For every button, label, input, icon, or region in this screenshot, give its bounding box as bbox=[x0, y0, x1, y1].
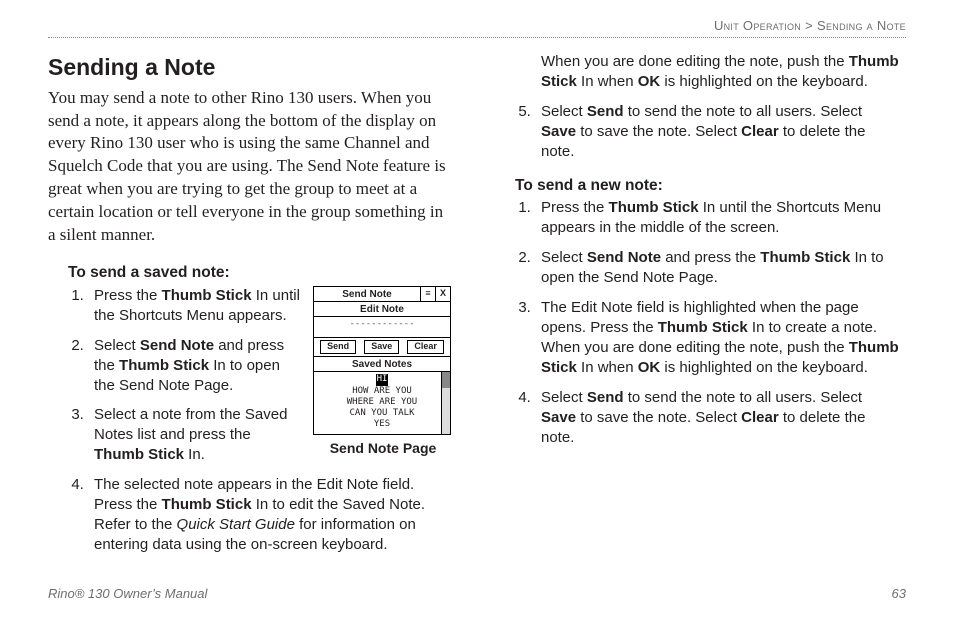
breadcrumb-section: Unit Operation bbox=[714, 18, 801, 33]
shot-list-4: CAN YOU TALK bbox=[349, 408, 414, 418]
right-column: When you are done editing the note, push… bbox=[495, 52, 900, 565]
shot-title: Send Note bbox=[314, 287, 420, 301]
saved-note-heading: To send a saved note: bbox=[68, 263, 453, 284]
intro-paragraph: You may send a note to other Rino 130 us… bbox=[48, 87, 453, 248]
saved-step-4: The selected note appears in the Edit No… bbox=[88, 475, 453, 555]
figure-caption: Send Note Page bbox=[313, 439, 453, 458]
shot-saved-list: HI HOW ARE YOU WHERE ARE YOU CAN YOU TAL… bbox=[314, 372, 450, 433]
shot-list-3: WHERE ARE YOU bbox=[347, 397, 417, 407]
footer-page-number: 63 bbox=[892, 586, 906, 601]
new-step-4: Select Send to send the note to all user… bbox=[535, 388, 900, 448]
saved-step-5: Select Send to send the note to all user… bbox=[535, 102, 900, 162]
figure-send-note-page: Send Note ≡ X Edit Note ------------ Sen… bbox=[313, 286, 453, 457]
left-column: Sending a Note You may send a note to ot… bbox=[48, 52, 453, 565]
new-step-2: Select Send Note and press the Thumb Sti… bbox=[535, 248, 900, 288]
new-note-steps: Press the Thumb Stick In until the Short… bbox=[495, 198, 900, 447]
footer-manual: Rino® 130 Owner’s Manual bbox=[48, 586, 207, 601]
shot-list-2: HOW ARE YOU bbox=[352, 386, 412, 396]
page-title: Sending a Note bbox=[48, 52, 453, 83]
shot-btn-clear: Clear bbox=[407, 340, 444, 354]
shot-edit-area: ------------ bbox=[314, 317, 450, 338]
new-step-3: The Edit Note field is highlighted when … bbox=[535, 298, 900, 378]
close-icon: X bbox=[435, 287, 450, 301]
breadcrumb-page: Sending a Note bbox=[817, 18, 906, 33]
breadcrumb: Unit Operation>Sending a Note bbox=[48, 18, 906, 38]
page-footer: Rino® 130 Owner’s Manual 63 bbox=[48, 586, 906, 601]
shot-btn-save: Save bbox=[364, 340, 399, 354]
shot-list-1: HI bbox=[376, 374, 389, 385]
shot-button-row: Send Save Clear bbox=[314, 338, 450, 357]
saved-note-steps-cont: Select Send to send the note to all user… bbox=[495, 102, 900, 162]
new-note-heading: To send a new note: bbox=[515, 176, 900, 197]
shot-list-5: YES bbox=[374, 419, 390, 429]
shot-saved-label: Saved Notes bbox=[314, 357, 450, 372]
saved-step-4-continued: When you are done editing the note, push… bbox=[541, 52, 900, 92]
screenshot-send-note: Send Note ≡ X Edit Note ------------ Sen… bbox=[313, 286, 451, 435]
menu-icon: ≡ bbox=[420, 287, 435, 301]
new-step-1: Press the Thumb Stick In until the Short… bbox=[535, 198, 900, 238]
shot-edit-label: Edit Note bbox=[314, 302, 450, 317]
shot-btn-send: Send bbox=[320, 340, 356, 354]
